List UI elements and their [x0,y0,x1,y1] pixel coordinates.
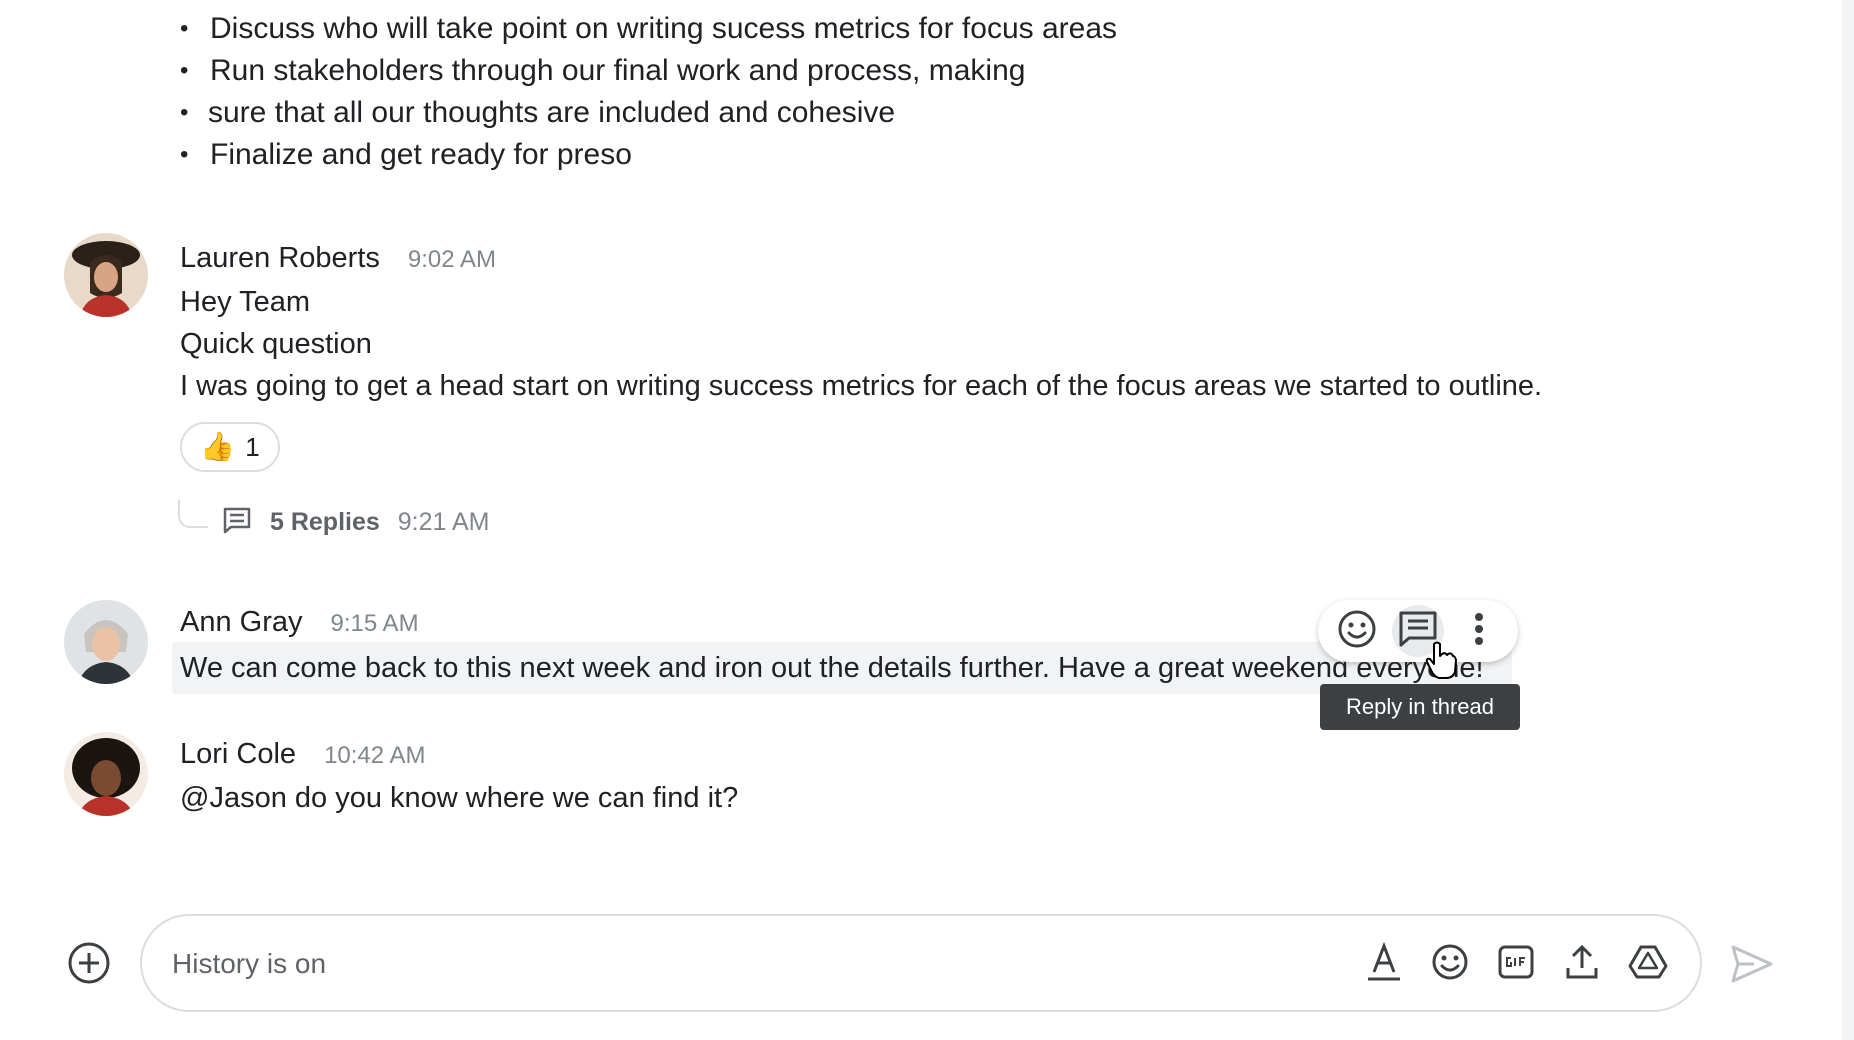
message-header: Lauren Roberts 9:02 AM [180,242,496,275]
message-text: Quick question [180,328,372,360]
thumbs-up-emoji: 👍 [200,431,236,462]
scrollbar-track[interactable] [1842,0,1854,1040]
author-name[interactable]: Lauren Roberts [180,242,380,275]
message-text: I was going to get a head start on writi… [180,370,1543,402]
reaction-chip[interactable]: 👍 1 [180,422,280,472]
avatar[interactable] [64,600,148,684]
message-text: @Jason do you know where we can find it? [180,782,739,814]
last-reply-time: 9:21 AM [397,508,490,536]
message-text: Hey Team [180,286,311,318]
thread-icon [222,506,252,539]
add-circle-icon [67,941,111,990]
author-name[interactable]: Lori Cole [180,738,296,771]
format-text-button[interactable] [1362,940,1406,988]
emoji-button[interactable] [1428,940,1472,988]
bullet-item: Run stakeholders through our final work … [180,50,1117,92]
upload-icon [1565,944,1599,985]
add-reaction-icon [1337,609,1377,654]
bullet-item: Discuss who will take point on writing s… [180,8,1117,50]
bullet-item: Finalize and get ready for preso [180,134,1117,176]
message-hover-toolbar [1318,600,1518,662]
avatar[interactable] [64,732,148,816]
gif-icon [1498,945,1534,984]
thread-replies-link[interactable]: 5 Replies 9:21 AM [222,506,490,539]
hand-cursor-icon [1424,640,1458,685]
avatar[interactable] [64,233,148,317]
previous-message-bullets: Discuss who will take point on writing s… [180,8,1117,176]
message-timestamp: 10:42 AM [324,742,426,769]
message-composer [140,914,1702,1012]
drive-button[interactable] [1626,940,1670,988]
add-reaction-button[interactable] [1331,605,1383,657]
author-name[interactable]: Ann Gray [180,606,303,639]
reply-count: 5 Replies [270,508,380,536]
bullet-item-continuation: sure that all our thoughts are included … [180,92,1117,134]
message-header: Lori Cole 10:42 AM [180,738,425,771]
message-header: Ann Gray 9:15 AM [180,606,419,639]
composer-tools [1362,940,1670,988]
thread-connector [178,500,208,528]
drive-icon [1628,944,1668,985]
format-text-icon [1366,941,1402,987]
message-timestamp: 9:15 AM [330,610,419,637]
gif-button[interactable] [1494,940,1538,988]
emoji-icon [1431,943,1469,986]
message-input[interactable] [172,940,1352,988]
reaction-count: 1 [245,431,260,462]
more-options-icon [1473,611,1485,652]
add-attachment-button[interactable] [66,942,112,988]
upload-button[interactable] [1560,940,1604,988]
message-text: We can come back to this next week and i… [180,652,1484,684]
send-icon [1730,944,1774,989]
message-timestamp: 9:02 AM [407,246,496,273]
more-options-button[interactable] [1453,605,1505,657]
send-button[interactable] [1728,942,1776,990]
tooltip: Reply in thread [1320,684,1520,730]
